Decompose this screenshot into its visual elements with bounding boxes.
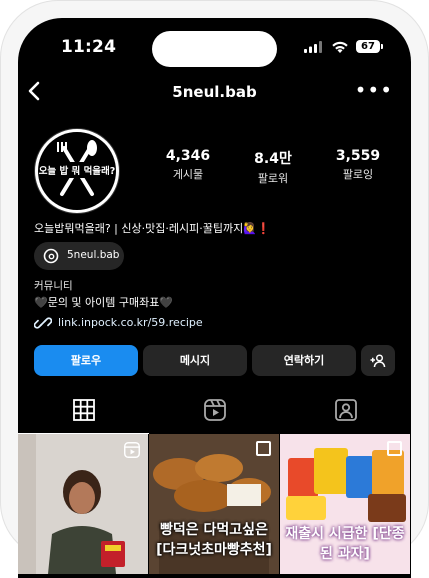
followers-stat[interactable]: 8.4만 팔로워 (233, 148, 313, 186)
add-person-icon (370, 354, 386, 368)
bread-post-caption: 빵덕은 다먹고싶은 [다크넛초마빵추천] (156, 522, 272, 558)
signal-icon (304, 41, 322, 53)
link-icon (34, 317, 52, 329)
following-count: 3,559 (335, 148, 381, 164)
threads-badge[interactable]: 5neul.bab (34, 242, 124, 270)
posts-count: 4,346 (165, 148, 211, 164)
app-screen: 11:24 67 5neul.bab ••• 오늘 밥 뭐 먹을래? 4,346… (18, 18, 411, 578)
followers-count: 8.4만 (254, 151, 292, 167)
avatar-logo-text: 오늘 밥 뭐 먹을래? (38, 166, 116, 177)
threads-handle: 5neul.bab (67, 249, 120, 261)
followers-label: 팔로워 (257, 172, 289, 185)
dynamic-island (152, 31, 277, 67)
bio-second-line: 🖤문의 및 아이템 구매좌표🖤 (34, 296, 174, 309)
post-thumbnail-bread[interactable]: 빵덕은 다먹고싶은 [다크넛초마빵추천] (149, 434, 279, 574)
suggest-people-button[interactable] (361, 345, 395, 376)
posts-grid: 빵덕은 다먹고싶은 [다크넛초마빵추천] 재출시 시급한 [단종된 과자] (18, 434, 411, 574)
bio-text: 오늘밥뭐먹을래? | 신상·맛집·레시피·꿀팁까지🙋‍♀️❗ (34, 222, 271, 235)
posts-label: 게시물 (172, 168, 204, 181)
tagged-icon (335, 399, 357, 421)
reels-icon (204, 399, 226, 421)
snacks-post-caption: 재출시 시급한 [단종된 과자] (285, 526, 405, 562)
profile-avatar[interactable]: 오늘 밥 뭐 먹을래? (34, 128, 120, 214)
wifi-icon (332, 41, 348, 53)
threads-icon (43, 248, 59, 264)
link-text: link.inpock.co.kr/59.recipe (58, 316, 203, 329)
reel-icon (124, 442, 140, 458)
following-label: 팔로잉 (342, 168, 374, 181)
posts-stat[interactable]: 4,346 게시물 (148, 148, 228, 182)
contact-button[interactable]: 연락하기 (252, 345, 356, 376)
post-thumbnail-reel[interactable] (18, 434, 148, 574)
status-bar: 11:24 67 (18, 18, 411, 74)
follow-button[interactable]: 팔로우 (34, 345, 138, 376)
battery-indicator: 67 (356, 40, 383, 53)
grid-icon (73, 399, 95, 421)
tab-posts-grid[interactable] (18, 388, 149, 434)
phone-frame: 11:24 67 5neul.bab ••• 오늘 밥 뭐 먹을래? 4,346… (0, 0, 429, 578)
tab-reels[interactable] (149, 388, 280, 434)
carousel-icon-2 (387, 441, 402, 456)
message-button[interactable]: 메시지 (143, 345, 247, 376)
profile-top-bar: 5neul.bab ••• (18, 74, 411, 114)
profile-content-tabs (18, 388, 411, 434)
tab-tagged[interactable] (280, 388, 411, 434)
category-label: 커뮤니티 (34, 280, 73, 292)
post-thumbnail-snacks[interactable]: 재출시 시급한 [단종된 과자] (280, 434, 410, 574)
profile-stats: 4,346 게시물 8.4만 팔로워 3,559 팔로잉 (148, 148, 408, 188)
profile-username: 5neul.bab (172, 83, 257, 101)
following-stat[interactable]: 3,559 팔로잉 (318, 148, 398, 182)
status-time: 11:24 (61, 37, 117, 57)
carousel-icon (256, 441, 271, 456)
more-options-icon[interactable]: ••• (355, 78, 393, 102)
